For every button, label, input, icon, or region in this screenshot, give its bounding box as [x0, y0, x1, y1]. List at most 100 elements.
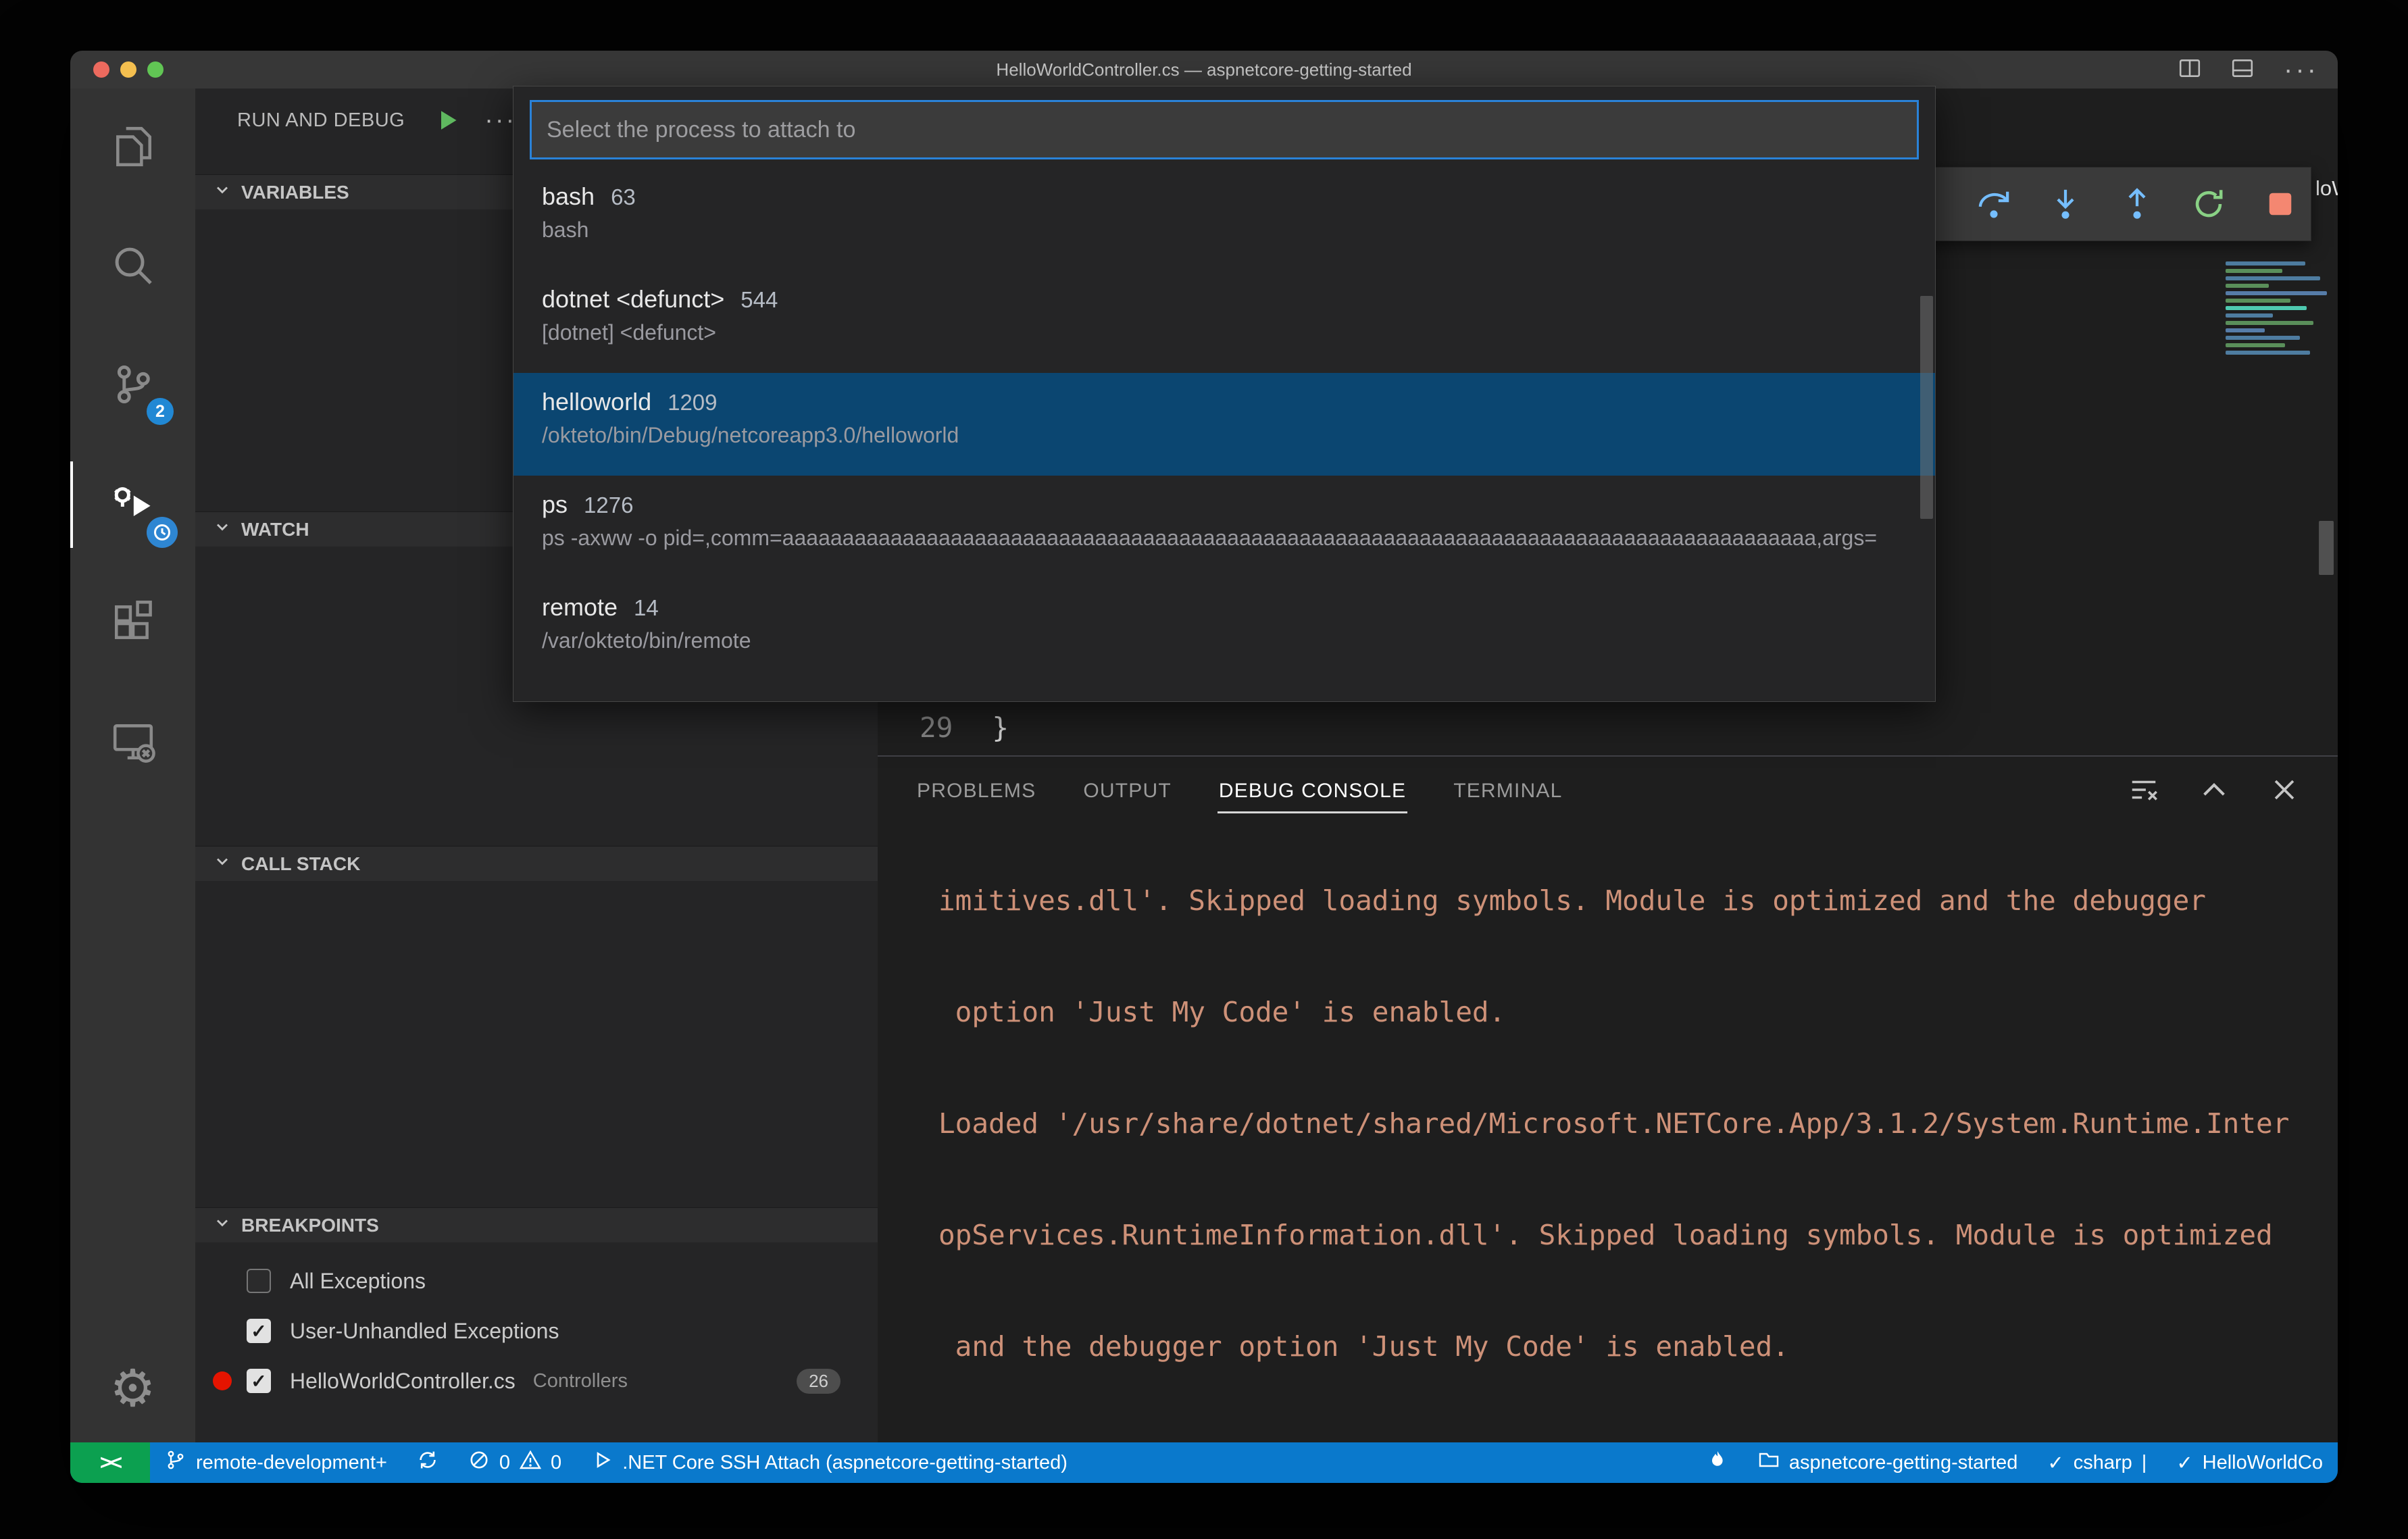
settings-gear-icon[interactable]: ⚙ — [70, 1358, 195, 1418]
quickpick-scrollbar-thumb[interactable] — [1920, 296, 1933, 519]
process-detail: [dotnet] <defunct> — [542, 320, 716, 345]
process-detail: /var/okteto/bin/remote — [542, 628, 751, 653]
tab-problems[interactable]: PROBLEMS — [915, 769, 1037, 813]
minimize-window-button[interactable] — [120, 61, 136, 78]
tab-debug-console[interactable]: DEBUG CONSOLE — [1217, 769, 1408, 813]
step-out-button[interactable] — [2108, 175, 2166, 233]
close-window-button[interactable] — [93, 61, 109, 78]
console-line: Loaded '/usr/share/dotnet/shared/Microso… — [938, 1440, 2338, 1442]
activity-source-control[interactable]: 2 — [70, 326, 195, 445]
checkbox-checked[interactable]: ✓ — [247, 1369, 271, 1393]
stop-button[interactable] — [2251, 175, 2309, 233]
minimap-line — [2226, 313, 2273, 318]
checkbox-checked[interactable]: ✓ — [247, 1319, 271, 1343]
minimap-line — [2226, 299, 2290, 303]
activity-run-debug[interactable] — [70, 445, 195, 564]
minimap-line — [2226, 261, 2305, 266]
activity-bar: 2 ⚙ — [70, 89, 195, 1442]
tab-output[interactable]: OUTPUT — [1082, 769, 1173, 813]
process-detail: ps -axww -o pid=,comm=aaaaaaaaaaaaaaaaaa… — [542, 526, 1878, 550]
checkbox-unchecked[interactable] — [247, 1269, 271, 1293]
section-variables-label: VARIABLES — [241, 181, 349, 203]
workspace-status-item[interactable]: aspnetcore-getting-started — [1743, 1442, 2033, 1483]
process-detail: /okteto/bin/Debug/netcoreapp3.0/hellowor… — [542, 423, 959, 447]
scm-badge: 2 — [147, 398, 174, 425]
titlebar-actions: ··· — [2178, 56, 2319, 83]
remote-indicator[interactable]: >< — [70, 1442, 150, 1483]
tab-terminal[interactable]: TERMINAL — [1452, 769, 1563, 813]
status-bar: >< remote-development+ 0 0 .NET Core SSH… — [70, 1442, 2338, 1483]
process-item-helloworld[interactable]: helloworld 1209 /okteto/bin/Debug/netcore… — [513, 373, 1935, 476]
activity-extensions[interactable] — [70, 564, 195, 683]
breakpoint-row-user-unhandled[interactable]: ✓ User-Unhandled Exceptions — [195, 1306, 878, 1356]
minimap-line — [2226, 336, 2300, 340]
console-line: and the debugger option 'Just My Code' i… — [938, 1330, 1789, 1363]
process-item-bash[interactable]: bash 63 bash — [513, 168, 1935, 270]
debug-icon — [111, 481, 155, 529]
source-control-icon — [111, 362, 155, 410]
debug-console-output[interactable]: imitives.dll'. Skipped loading symbols. … — [878, 808, 2338, 1442]
process-pid: 1209 — [668, 390, 718, 415]
window-title: HelloWorldController.cs — aspnetcore-get… — [996, 59, 1412, 80]
breakpoint-row-helloworldcontroller[interactable]: ✓ HelloWorldController.cs Controllers 26 — [195, 1356, 878, 1406]
minimap-line — [2226, 343, 2285, 347]
section-watch-label: WATCH — [241, 518, 309, 540]
section-call-stack[interactable]: CALL STACK — [195, 846, 878, 881]
branch-name: remote-development+ — [196, 1451, 387, 1473]
debug-view-more-icon[interactable]: ··· — [484, 106, 516, 135]
flame-icon — [1707, 1449, 1728, 1476]
chevron-down-icon — [213, 1213, 232, 1237]
process-pid: 63 — [611, 184, 636, 209]
breakpoint-description: Controllers — [532, 1369, 628, 1392]
debug-play-icon — [591, 1449, 613, 1476]
toggle-panel-layout-icon[interactable] — [2231, 57, 2254, 83]
process-pid: 14 — [634, 595, 659, 620]
files-icon — [111, 124, 155, 172]
process-name: ps — [542, 490, 568, 518]
vscode-window: HelloWorldController.cs — aspnetcore-get… — [70, 51, 2338, 1483]
split-editor-icon[interactable] — [2178, 57, 2201, 83]
check-icon: ✓ — [2047, 1452, 2064, 1474]
restart-button[interactable] — [2180, 175, 2238, 233]
step-over-button[interactable] — [1965, 175, 2023, 233]
editor-code-line[interactable]: 29 } — [920, 711, 1009, 744]
chevron-down-icon — [213, 852, 232, 876]
file-status-item[interactable]: ✓ HelloWorldCo — [2161, 1442, 2338, 1483]
close-panel-icon[interactable] — [2269, 774, 2300, 809]
minimap[interactable] — [2226, 261, 2338, 370]
sync-status-item[interactable] — [402, 1442, 453, 1483]
activity-search[interactable] — [70, 207, 195, 326]
flame-status-item[interactable] — [1692, 1442, 1743, 1483]
check-icon: ✓ — [251, 1370, 267, 1392]
process-item-ps[interactable]: ps 1276 ps -axww -o pid=,comm=aaaaaaaaaaa… — [513, 476, 1935, 578]
process-list: bash 63 bash dotnet <defunct> 544 [dotnet]… — [513, 168, 1935, 681]
search-icon — [111, 243, 155, 291]
activity-explorer[interactable] — [70, 89, 195, 207]
editor-tab-fragment[interactable]: loWo — [2315, 176, 2338, 201]
clear-console-icon[interactable] — [2128, 774, 2159, 809]
editor-scrollbar-thumb[interactable] — [2319, 521, 2334, 575]
branch-status-item[interactable]: remote-development+ — [150, 1442, 402, 1483]
panel-actions — [2128, 774, 2300, 809]
language-status-item[interactable]: ✓ csharp | — [2032, 1442, 2161, 1483]
breakpoint-row-all-exceptions[interactable]: All Exceptions — [195, 1256, 878, 1306]
process-item-dotnet-defunct[interactable]: dotnet <defunct> 544 [dotnet] <defunct> — [513, 270, 1935, 373]
warning-count: 0 — [551, 1451, 562, 1473]
customize-layout-icon[interactable]: ··· — [2284, 56, 2319, 83]
section-breakpoints[interactable]: BREAKPOINTS — [195, 1207, 878, 1242]
panel-tab-bar: PROBLEMS OUTPUT DEBUG CONSOLE TERMINAL — [878, 757, 2338, 826]
console-line: Loaded '/usr/share/dotnet/shared/Microso… — [938, 1107, 2290, 1140]
activity-remote-explorer[interactable] — [70, 683, 195, 802]
start-debugging-icon[interactable] — [434, 107, 461, 134]
debug-toolbar — [1883, 167, 2311, 241]
problems-status-item[interactable]: 0 0 — [453, 1442, 576, 1483]
debug-session-clock-badge — [147, 517, 178, 548]
debug-status-item[interactable]: .NET Core SSH Attach (aspnetcore-getting… — [576, 1442, 1082, 1483]
process-search-input[interactable] — [530, 100, 1919, 159]
step-into-button[interactable] — [2036, 175, 2095, 233]
zoom-window-button[interactable] — [147, 61, 164, 78]
attach-process-quickpick: bash 63 bash dotnet <defunct> 544 [dotnet]… — [513, 86, 1936, 702]
process-item-remote[interactable]: remote 14 /var/okteto/bin/remote — [513, 578, 1935, 681]
maximize-panel-icon[interactable] — [2199, 774, 2230, 809]
warnings-icon — [519, 1449, 542, 1476]
